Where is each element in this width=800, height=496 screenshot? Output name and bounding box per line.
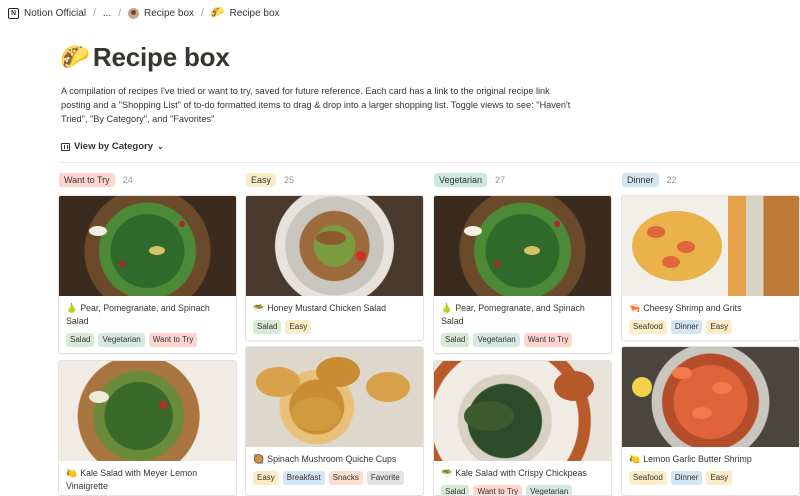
column-tag: Dinner xyxy=(622,173,659,187)
page-header: 🌮 Recipe box xyxy=(60,42,230,73)
quiche-icon: 🥘 xyxy=(253,454,265,464)
breadcrumb-workspace[interactable]: N Notion Official xyxy=(8,7,87,19)
recipe-title: 🍐 Pear, Pomegranate, and Spinach Salad xyxy=(66,303,210,326)
recipe-card[interactable]: 🥘 Spinach Mushroom Quiche Cups Easy Break… xyxy=(245,346,424,496)
recipe-image xyxy=(434,361,611,461)
column-header[interactable]: Want to Try 24 xyxy=(58,172,235,188)
tag-want-to-try: Want to Try xyxy=(148,333,198,347)
breadcrumb: N Notion Official / ... / Recipe box / 🌮… xyxy=(0,0,800,26)
tag-vegetarian: Vegetarian xyxy=(98,333,145,347)
recipe-card[interactable]: 🦐 Cheesy Shrimp and Grits Seafood Dinner … xyxy=(621,195,800,341)
tag-snacks: Snacks xyxy=(328,471,363,485)
recipe-title: 🦐 Cheesy Shrimp and Grits xyxy=(629,303,742,313)
tag-seafood: Seafood xyxy=(629,471,667,485)
breadcrumb-current-label: Recipe box xyxy=(229,7,280,19)
tag-salad: Salad xyxy=(253,320,282,334)
recipe-image xyxy=(59,361,236,461)
breadcrumb-separator: / xyxy=(201,7,204,19)
page-title[interactable]: Recipe box xyxy=(93,42,230,73)
tag-easy: Easy xyxy=(706,471,733,485)
pear-icon: 🍐 xyxy=(441,303,453,313)
taco-icon[interactable]: 🌮 xyxy=(60,45,90,70)
breadcrumb-workspace-label: Notion Official xyxy=(24,7,87,19)
column-header[interactable]: Easy 25 xyxy=(245,172,422,188)
recipe-card[interactable]: 🍋 Lemon Garlic Butter Shrimp Seafood Dinn… xyxy=(621,346,800,496)
breadcrumb-current[interactable]: 🌮 Recipe box xyxy=(210,6,280,19)
board-column-want-to-try: Want to Try 24 xyxy=(58,172,235,188)
breadcrumb-parent[interactable]: Recipe box xyxy=(127,7,195,19)
breadcrumb-ellipsis[interactable]: ... xyxy=(103,8,111,19)
tag-want-to-try: Want to Try xyxy=(473,485,523,495)
page-description[interactable]: A compilation of recipes I've tried or w… xyxy=(61,84,581,126)
taco-icon: 🌮 xyxy=(210,6,225,19)
notion-logo-icon: N xyxy=(8,7,19,19)
view-label: View by Category xyxy=(74,141,154,152)
tag-salad: Salad xyxy=(441,485,470,495)
recipe-title: 🥗 Kale Salad with Crispy Chickpeas xyxy=(441,468,587,478)
recipe-image xyxy=(246,347,423,447)
tag-vegetarian: Vegetarian xyxy=(526,485,573,495)
board-column-vegetarian: Vegetarian 27 xyxy=(433,172,610,188)
salad-bowl-icon: 🥗 xyxy=(253,303,265,313)
breadcrumb-parent-label: Recipe box xyxy=(143,7,195,19)
board-column-dinner: Dinner 22 xyxy=(621,172,798,188)
recipe-title: 🥗 Honey Mustard Chicken Salad xyxy=(253,303,387,313)
recipe-title: 🍐 Pear, Pomegranate, and Spinach Salad xyxy=(441,303,585,326)
recipe-title: 🍋 Lemon Garlic Butter Shrimp xyxy=(629,454,752,464)
board-column-easy: Easy 25 xyxy=(245,172,422,188)
column-tag: Want to Try xyxy=(59,173,115,187)
pear-icon: 🍐 xyxy=(66,303,78,313)
breadcrumb-separator: / xyxy=(93,7,96,19)
column-tag: Easy xyxy=(246,173,277,187)
recipe-image xyxy=(246,196,423,296)
recipe-card[interactable]: 🍐 Pear, Pomegranate, and Spinach Salad Sa… xyxy=(58,195,237,354)
tag-easy: Easy xyxy=(706,320,733,334)
tag-dinner: Dinner xyxy=(670,320,703,334)
tag-favorite: Favorite xyxy=(366,471,404,485)
tag-breakfast: Breakfast xyxy=(282,471,325,485)
tag-salad: Salad xyxy=(441,333,470,347)
recipe-title: 🥘 Spinach Mushroom Quiche Cups xyxy=(253,454,397,464)
shrimp-icon: 🦐 xyxy=(629,303,641,313)
breadcrumb-separator: / xyxy=(118,7,121,19)
column-count: 27 xyxy=(495,175,506,185)
recipe-card[interactable]: 🍐 Pear, Pomegranate, and Spinach Salad Sa… xyxy=(433,195,612,354)
board-view-icon xyxy=(61,142,70,151)
column-header[interactable]: Dinner 22 xyxy=(621,172,798,188)
lemon-icon: 🍋 xyxy=(66,468,78,478)
recipe-card[interactable]: 🥗 Kale Salad with Crispy Chickpeas Salad … xyxy=(433,360,612,496)
column-count: 25 xyxy=(284,175,295,185)
tag-seafood: Seafood xyxy=(629,320,667,334)
recipe-title: 🍋 Kale Salad with Meyer Lemon Vinaigrette xyxy=(66,468,198,491)
lemon-icon: 🍋 xyxy=(629,454,641,464)
tag-salad: Salad xyxy=(66,333,95,347)
column-header[interactable]: Vegetarian 27 xyxy=(433,172,610,188)
tag-easy: Easy xyxy=(253,471,279,485)
recipe-card[interactable]: 🥗 Honey Mustard Chicken Salad Salad Easy xyxy=(245,195,424,341)
chevron-down-icon: ⌄ xyxy=(157,142,164,151)
recipe-image xyxy=(434,196,611,296)
recipe-image xyxy=(59,196,236,296)
column-count: 24 xyxy=(122,175,133,185)
divider xyxy=(58,162,800,163)
avatar-icon xyxy=(127,7,139,19)
recipe-image xyxy=(622,347,799,447)
view-selector[interactable]: View by Category ⌄ xyxy=(61,141,164,152)
tag-easy: Easy xyxy=(285,320,312,334)
column-tag: Vegetarian xyxy=(434,173,488,187)
tag-dinner: Dinner xyxy=(670,471,703,485)
tag-want-to-try: Want to Try xyxy=(523,333,573,347)
recipe-card[interactable]: 🍋 Kale Salad with Meyer Lemon Vinaigrette xyxy=(58,360,237,496)
recipe-image xyxy=(622,196,799,296)
tag-vegetarian: Vegetarian xyxy=(473,333,520,347)
column-count: 22 xyxy=(666,175,677,185)
salad-bowl-icon: 🥗 xyxy=(441,468,453,478)
